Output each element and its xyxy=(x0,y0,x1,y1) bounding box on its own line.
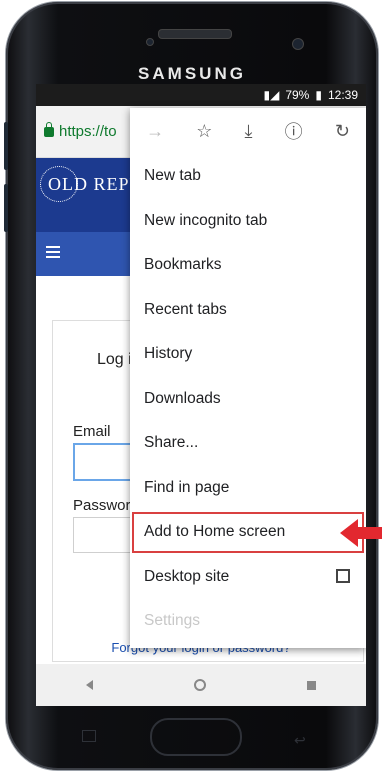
menu-item-find-in-page[interactable]: Find in page xyxy=(130,466,366,511)
recents-square-icon[interactable] xyxy=(306,680,316,690)
phone-screen: ▮◢ 79% ▮ 12:39 https://to OLD REPU Log i… xyxy=(36,84,366,706)
menu-item-downloads[interactable]: Downloads xyxy=(130,377,366,422)
forward-icon[interactable]: → xyxy=(146,121,164,142)
red-arrow-annotation-icon xyxy=(340,519,382,547)
desktop-site-checkbox[interactable] xyxy=(336,568,350,583)
menu-item-desktop-site[interactable]: Desktop site xyxy=(130,555,366,600)
star-icon[interactable]: ☆ xyxy=(196,121,212,142)
status-bar: ▮◢ 79% ▮ 12:39 xyxy=(36,84,366,106)
proximity-sensor xyxy=(146,38,154,46)
desktop-site-label: Desktop site xyxy=(144,567,230,585)
menu-item-new-tab[interactable]: New tab xyxy=(130,154,366,199)
menu-item-share[interactable]: Share... xyxy=(130,421,366,466)
battery-icon: ▮ xyxy=(315,88,322,102)
back-triangle-icon[interactable] xyxy=(86,680,94,690)
site-logo[interactable]: OLD REPU xyxy=(40,166,143,202)
physical-home-button[interactable] xyxy=(150,718,242,756)
url-text: https://to xyxy=(59,123,117,140)
menu-item-history[interactable]: History xyxy=(130,332,366,377)
front-camera xyxy=(292,38,304,50)
url-display[interactable]: https://to xyxy=(44,121,117,140)
menu-toolbar: → ☆ ⤓ ⓘ ↻ xyxy=(130,108,366,154)
menu-item-new-incognito-tab[interactable]: New incognito tab xyxy=(130,199,366,244)
menu-item-recent-tabs[interactable]: Recent tabs xyxy=(130,288,366,333)
device-brand: SAMSUNG xyxy=(138,64,246,83)
volume-button-2 xyxy=(4,184,8,232)
battery-percent: 79% xyxy=(285,88,310,102)
info-icon[interactable]: ⓘ xyxy=(285,118,303,144)
signal-icon: ▮◢ xyxy=(263,88,280,102)
email-label: Email xyxy=(73,423,111,440)
refresh-icon[interactable]: ↻ xyxy=(335,121,350,142)
clock: 12:39 xyxy=(327,88,358,102)
download-icon[interactable]: ⤓ xyxy=(245,121,253,142)
menu-item-bookmarks[interactable]: Bookmarks xyxy=(130,243,366,288)
android-nav-bar xyxy=(36,664,366,706)
chrome-overflow-menu: → ☆ ⤓ ⓘ ↻ New tab New incognito tab Book… xyxy=(130,108,366,648)
menu-item-settings[interactable]: Settings xyxy=(130,599,366,644)
volume-button xyxy=(4,122,8,170)
lock-icon xyxy=(44,121,54,137)
earpiece-speaker xyxy=(158,29,232,39)
home-circle-icon[interactable] xyxy=(193,679,206,691)
password-label: Passwor xyxy=(73,497,131,514)
hamburger-menu-icon[interactable] xyxy=(46,246,60,258)
back-key-icon[interactable]: ↩ xyxy=(294,732,306,749)
recent-apps-key-icon[interactable] xyxy=(82,730,96,742)
menu-item-add-to-home-screen[interactable]: Add to Home screen xyxy=(130,510,366,555)
